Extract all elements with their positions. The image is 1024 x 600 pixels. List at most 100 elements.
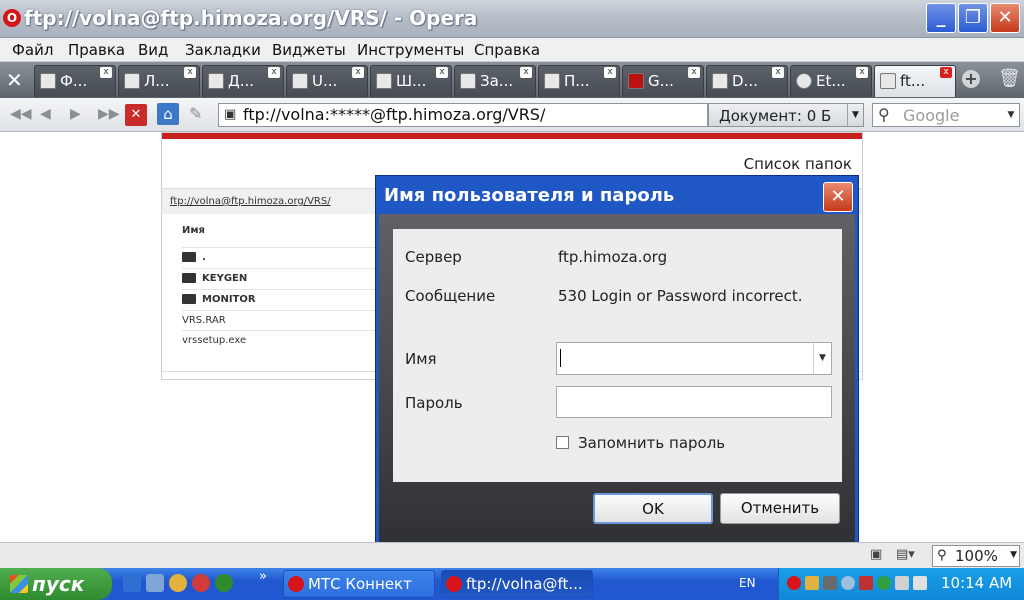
document-size-dropdown[interactable]: Документ: 0 Б ▼ bbox=[708, 103, 864, 127]
display-tray-icon[interactable] bbox=[895, 576, 909, 590]
list-item-file[interactable]: VRS.RAR bbox=[182, 310, 382, 330]
show-desktop-icon[interactable] bbox=[146, 574, 164, 592]
tab-7[interactable]: П... x bbox=[538, 65, 620, 97]
app-tray-icon[interactable] bbox=[859, 576, 873, 590]
ok-button[interactable]: OK bbox=[593, 493, 713, 524]
edit-pen-icon[interactable]: ✎ bbox=[189, 104, 202, 123]
images-toggle-icon[interactable]: ▤▾ bbox=[896, 547, 915, 562]
page-info-icon[interactable]: ▣ bbox=[224, 107, 236, 122]
remember-password-checkbox[interactable] bbox=[556, 436, 569, 449]
network-tray-icon[interactable] bbox=[805, 576, 819, 590]
tab-close-icon[interactable]: x bbox=[352, 67, 364, 78]
rewind-icon[interactable]: ◀◀ bbox=[10, 106, 32, 122]
opera-tray-icon[interactable] bbox=[787, 576, 801, 590]
username-combobox[interactable]: ▼ bbox=[556, 342, 832, 375]
torrent-icon[interactable] bbox=[215, 574, 233, 592]
list-item-folder[interactable]: . bbox=[182, 247, 382, 267]
tab-5[interactable]: Ш... x bbox=[370, 65, 452, 97]
tab-favicon-icon bbox=[628, 73, 644, 89]
address-input[interactable]: ▣ ftp://volna:*****@ftp.himoza.org/VRS/ bbox=[218, 103, 708, 127]
search-input[interactable]: ⚲ Google ▼ bbox=[872, 103, 1020, 127]
tab-close-icon[interactable]: x bbox=[100, 67, 112, 78]
tab-close-icon[interactable]: x bbox=[436, 67, 448, 78]
message-value: 530 Login or Password incorrect. bbox=[558, 287, 803, 305]
app-plus-icon[interactable] bbox=[192, 574, 210, 592]
chevron-down-icon[interactable]: ▼ bbox=[1003, 104, 1019, 126]
taskbar-item-opera[interactable]: ftp://volna@ft... bbox=[441, 570, 593, 598]
chevron-down-icon[interactable]: ▼ bbox=[847, 104, 863, 126]
menu-widgets[interactable]: Виджеты bbox=[272, 41, 346, 59]
tab-close-icon[interactable]: x bbox=[520, 67, 532, 78]
tab-close-icon[interactable]: x bbox=[604, 67, 616, 78]
home-icon[interactable]: ⌂ bbox=[157, 103, 179, 125]
tab-4[interactable]: U... x bbox=[286, 65, 368, 97]
internet-explorer-icon[interactable] bbox=[123, 574, 141, 592]
tab-10[interactable]: Et... x bbox=[790, 65, 872, 97]
trash-icon[interactable]: 🗑 bbox=[998, 68, 1021, 89]
tab-favicon-icon bbox=[460, 73, 476, 89]
stop-button[interactable]: ✕ bbox=[125, 104, 147, 126]
start-button[interactable]: пуск bbox=[0, 568, 112, 600]
dialog-body: Сервер ftp.himoza.org Сообщение 530 Logi… bbox=[379, 214, 855, 542]
tab-close-icon[interactable]: x bbox=[184, 67, 196, 78]
tab-9[interactable]: D... x bbox=[706, 65, 788, 97]
menu-edit[interactable]: Правка bbox=[68, 41, 125, 59]
remember-password-label[interactable]: Запомнить пароль bbox=[578, 434, 725, 452]
tab-close-icon[interactable]: x bbox=[772, 67, 784, 78]
menu-tools[interactable]: Инструменты bbox=[357, 41, 464, 59]
tab-favicon-icon bbox=[208, 73, 224, 89]
status-bar: ▣ ▤▾ ⚲ 100% ▼ bbox=[0, 542, 1024, 568]
close-window-button[interactable]: ✕ bbox=[990, 3, 1020, 33]
chevron-down-icon[interactable]: ▼ bbox=[813, 343, 831, 374]
dialog-close-button[interactable]: ✕ bbox=[823, 182, 853, 212]
chrome-icon[interactable] bbox=[169, 574, 187, 592]
list-item-folder[interactable]: KEYGEN bbox=[182, 268, 382, 288]
tab-8[interactable]: G... x bbox=[622, 65, 704, 97]
tab-close-icon[interactable]: x bbox=[268, 67, 280, 78]
tab-6[interactable]: За... x bbox=[454, 65, 536, 97]
folder-icon bbox=[182, 273, 196, 283]
tab-2[interactable]: Л... x bbox=[118, 65, 200, 97]
list-item-file[interactable]: vrssetup.exe bbox=[182, 330, 382, 350]
fast-forward-icon[interactable]: ▶▶ bbox=[98, 106, 120, 122]
password-field[interactable] bbox=[556, 386, 832, 418]
volume-tray-icon[interactable] bbox=[841, 576, 855, 590]
tab-close-icon[interactable]: x bbox=[688, 67, 700, 78]
header-stripe bbox=[162, 133, 862, 139]
back-icon[interactable]: ◀ bbox=[40, 106, 51, 122]
tab-3[interactable]: Д... x bbox=[202, 65, 284, 97]
language-indicator[interactable]: EN bbox=[739, 576, 756, 590]
clock[interactable]: 10:14 AM bbox=[941, 574, 1012, 592]
menu-view[interactable]: Вид bbox=[138, 41, 168, 59]
tools-icon[interactable]: ✕ bbox=[6, 68, 23, 92]
tab-favicon-icon bbox=[796, 73, 812, 89]
dialog-form-panel: Сервер ftp.himoza.org Сообщение 530 Logi… bbox=[393, 229, 842, 482]
safely-remove-tray-icon[interactable] bbox=[913, 576, 927, 590]
tab-favicon-icon bbox=[544, 73, 560, 89]
forward-icon[interactable]: ▶ bbox=[70, 106, 81, 122]
maximize-button[interactable]: ❐ bbox=[958, 3, 988, 33]
tab-1[interactable]: Ф... x bbox=[34, 65, 116, 97]
tab-label: П... bbox=[564, 72, 590, 90]
menu-help[interactable]: Справка bbox=[474, 41, 540, 59]
utorrent-tray-icon[interactable] bbox=[877, 576, 891, 590]
menu-file[interactable]: Файл bbox=[12, 41, 53, 59]
tab-favicon-icon bbox=[292, 73, 308, 89]
list-item-folder[interactable]: MONITOR bbox=[182, 289, 382, 309]
cancel-button[interactable]: Отменить bbox=[720, 493, 840, 524]
tab-close-icon[interactable]: x bbox=[940, 67, 952, 78]
new-tab-icon[interactable]: + bbox=[962, 70, 980, 88]
tab-close-icon[interactable]: x bbox=[856, 67, 868, 78]
taskbar-item-mts[interactable]: МТС Коннект bbox=[283, 570, 435, 598]
column-header-name[interactable]: Имя bbox=[182, 225, 205, 236]
tab-label: Л... bbox=[144, 72, 170, 90]
speed-dial-icon[interactable]: ▣ bbox=[870, 547, 882, 562]
menu-bookmarks[interactable]: Закладки bbox=[185, 41, 261, 59]
zoom-dropdown[interactable]: ⚲ 100% ▼ bbox=[932, 545, 1020, 567]
chevron-down-icon[interactable]: ▼ bbox=[1010, 550, 1017, 560]
device-tray-icon[interactable] bbox=[823, 576, 837, 590]
minimize-button[interactable]: _ bbox=[926, 3, 956, 33]
window-title: ftp://volna@ftp.himoza.org/VRS/ - Opera bbox=[24, 6, 478, 30]
quicklaunch-more-icon[interactable]: » bbox=[259, 569, 267, 584]
tab-11-active[interactable]: ft... x bbox=[874, 65, 956, 97]
